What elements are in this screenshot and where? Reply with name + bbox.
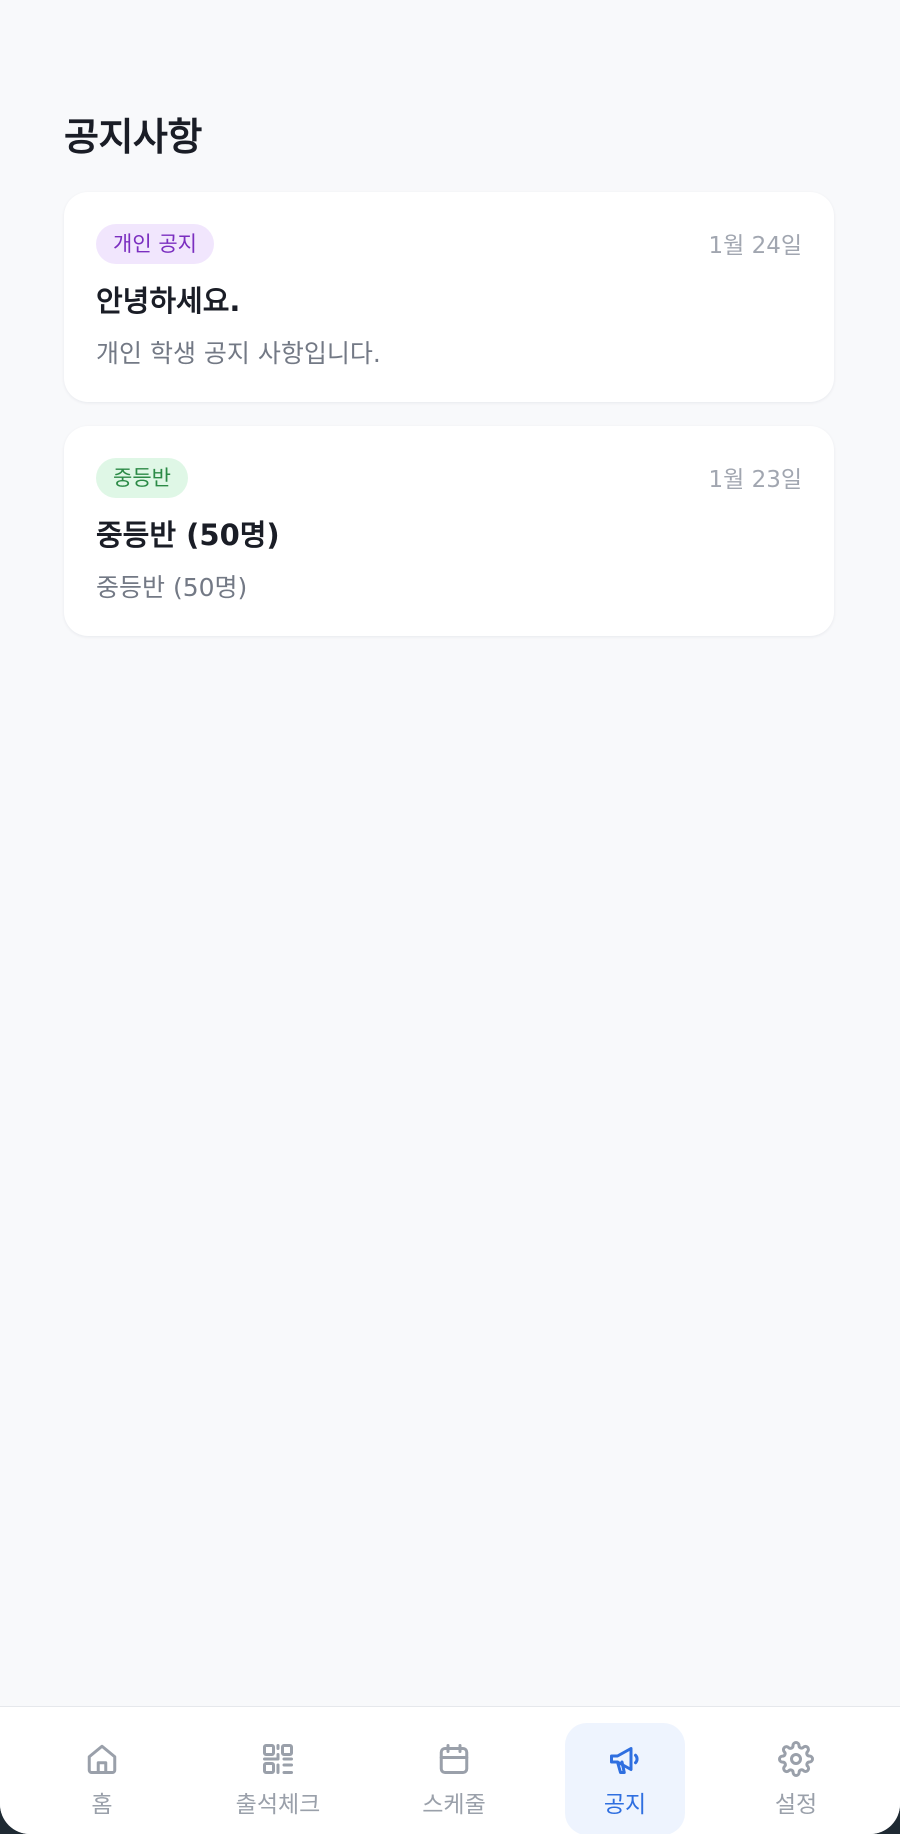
notice-body: 중등반 (50명) xyxy=(96,573,248,602)
nav-label: 공지 xyxy=(603,1792,647,1818)
bottom-nav: 홈 출석체크 스케줄 공지 설정 xyxy=(0,1706,900,1834)
nav-label: 출석체크 xyxy=(235,1792,321,1818)
app-screen: 공지사항 개인 공지 1월 24일 안녕하세요. 개인 학생 공지 사항입니다.… xyxy=(0,0,900,1834)
nav-item-notice[interactable]: 공지 xyxy=(565,1723,685,1834)
nav-item-home[interactable]: 홈 xyxy=(42,1723,162,1834)
notice-badge: 개인 공지 xyxy=(96,224,214,264)
notice-title: 중등반 (50명) xyxy=(96,518,280,552)
nav-label: 설정 xyxy=(774,1792,818,1818)
notice-badge: 중등반 xyxy=(96,458,188,498)
notice-body: 개인 학생 공지 사항입니다. xyxy=(96,339,381,368)
qr-code-icon xyxy=(260,1741,296,1777)
nav-label: 스케줄 xyxy=(422,1792,486,1818)
notice-date: 1월 23일 xyxy=(708,467,802,493)
megaphone-icon xyxy=(607,1741,643,1777)
page-title: 공지사항 xyxy=(64,115,202,159)
notice-card[interactable]: 중등반 1월 23일 중등반 (50명) 중등반 (50명) xyxy=(64,426,834,636)
nav-label: 홈 xyxy=(91,1792,113,1818)
nav-item-schedule[interactable]: 스케줄 xyxy=(394,1723,514,1834)
gear-icon xyxy=(778,1741,814,1777)
nav-item-settings[interactable]: 설정 xyxy=(736,1723,856,1834)
nav-item-attendance[interactable]: 출석체크 xyxy=(218,1723,338,1834)
notice-title: 안녕하세요. xyxy=(96,284,241,318)
notice-list: 개인 공지 1월 24일 안녕하세요. 개인 학생 공지 사항입니다. 중등반 … xyxy=(64,192,834,660)
home-icon xyxy=(84,1741,120,1777)
notice-card[interactable]: 개인 공지 1월 24일 안녕하세요. 개인 학생 공지 사항입니다. xyxy=(64,192,834,402)
notice-date: 1월 24일 xyxy=(708,233,802,259)
calendar-icon xyxy=(436,1741,472,1777)
